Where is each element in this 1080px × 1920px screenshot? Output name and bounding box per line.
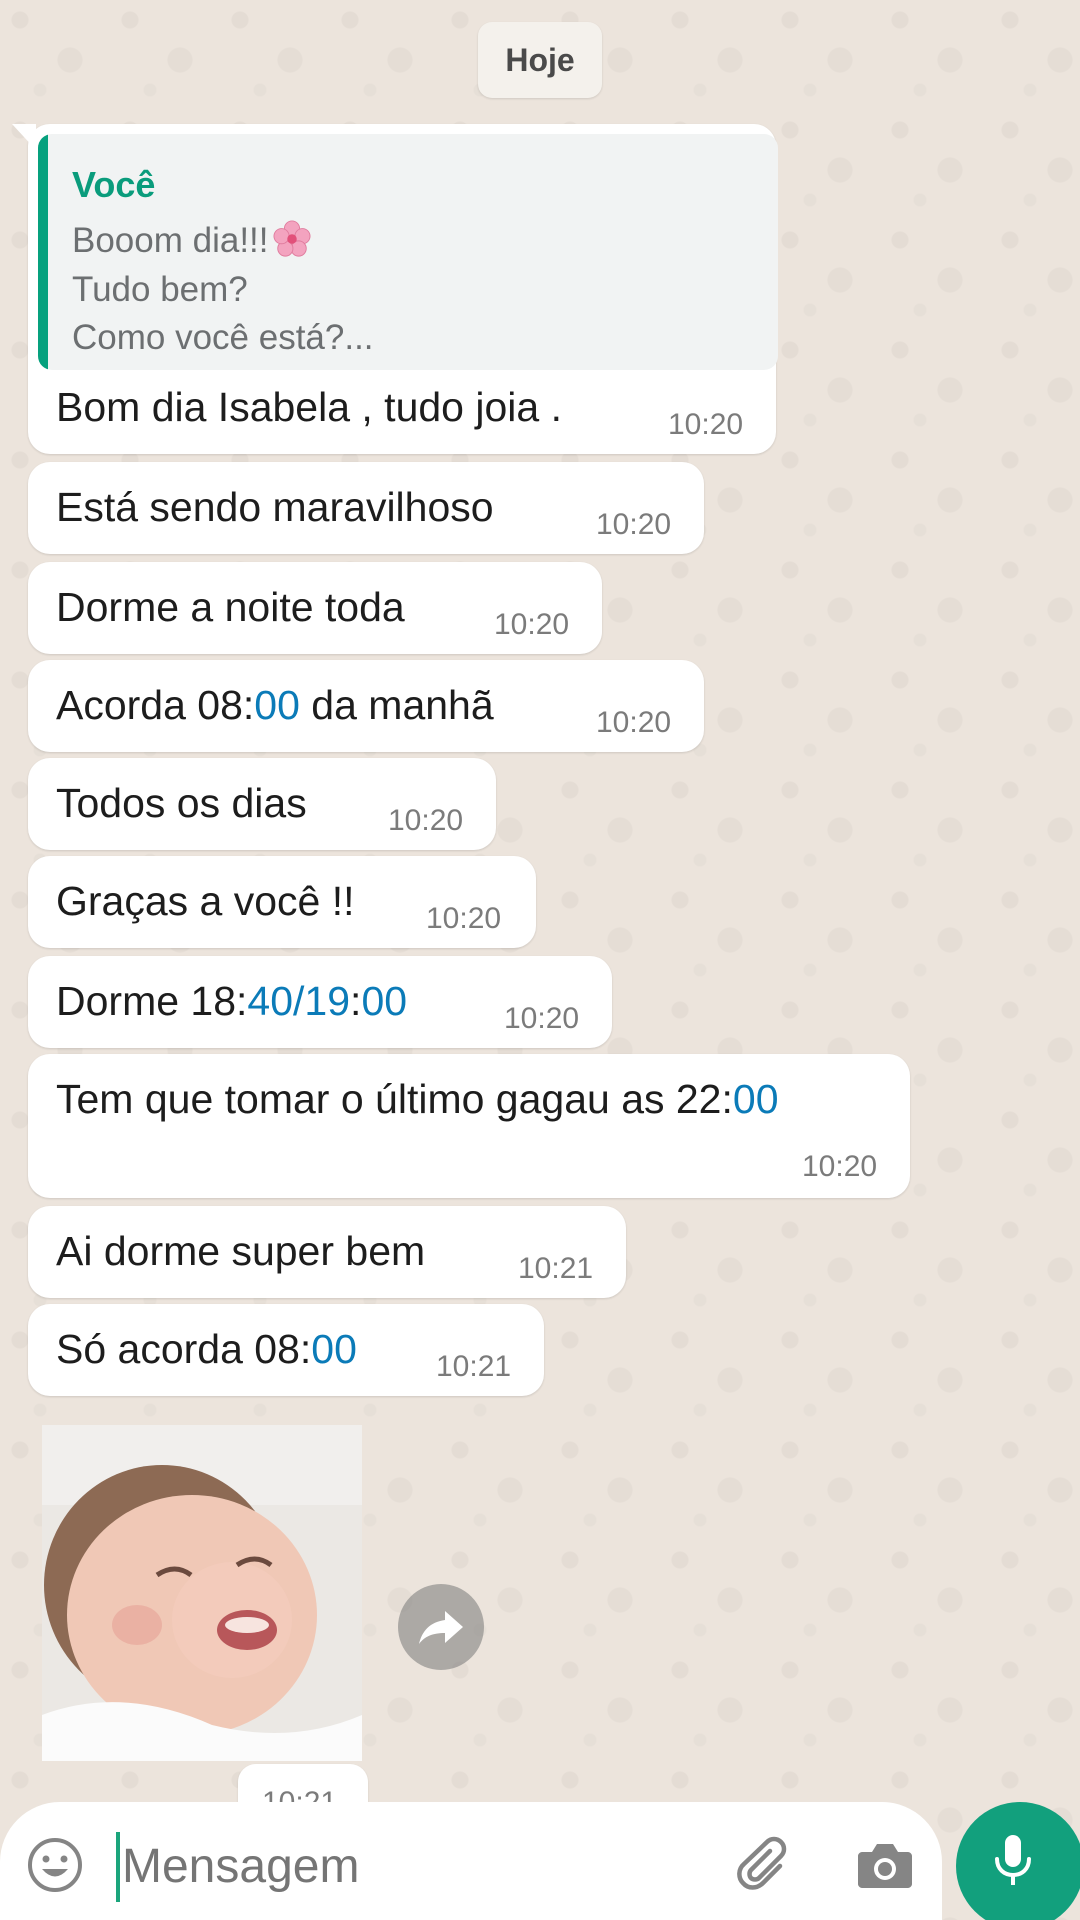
- message-text: Todos os dias: [56, 780, 307, 826]
- message-text: Dorme 18:40/19:00: [56, 978, 408, 1024]
- bubble-tail: [12, 124, 36, 150]
- message-text: Acorda 08:00 da manhã: [56, 682, 494, 728]
- emoji-icon[interactable]: [26, 1836, 84, 1894]
- forward-share-icon: [419, 1611, 463, 1644]
- message-input[interactable]: [122, 1834, 682, 1898]
- reply-message-bubble[interactable]: Você Booom dia!!! Tudo bem? Como você es…: [12, 124, 778, 454]
- message-bubble[interactable]: Todos os dias 10:20: [28, 758, 496, 850]
- message-text: Bom dia Isabela , tudo joia .: [56, 384, 562, 430]
- message-bubble[interactable]: Só acorda 08:00 10:21: [28, 1304, 544, 1396]
- message-text: Tem que tomar o último gagau as 22:00: [56, 1076, 779, 1122]
- message-time: 10:21: [436, 1350, 512, 1383]
- microphone-icon: [995, 1835, 1031, 1885]
- message-time: 10:20: [426, 902, 502, 935]
- message-bubble[interactable]: Dorme a noite toda 10:20: [28, 562, 602, 654]
- image-time-chip: 10:21: [238, 1764, 368, 1804]
- message-bubble[interactable]: Graças a você !! 10:20: [28, 856, 536, 948]
- time-link[interactable]: 00: [254, 682, 300, 728]
- message-text: Dorme a noite toda: [56, 584, 405, 630]
- message-text: Ai dorme super bem: [56, 1228, 426, 1274]
- quote-line-2: Tudo bem?: [72, 270, 248, 309]
- message-input-bar: [0, 1802, 942, 1920]
- cherry-blossom-icon: [272, 220, 311, 257]
- time-link[interactable]: 00: [361, 978, 407, 1024]
- message-bubble[interactable]: Dorme 18:40/19:00 10:20: [28, 956, 612, 1048]
- message-bubble[interactable]: Ai dorme super bem 10:21: [28, 1206, 626, 1298]
- message-time: 10:20: [668, 408, 744, 441]
- time-link[interactable]: 00: [311, 1326, 357, 1372]
- quoted-message[interactable]: Você Booom dia!!! Tudo bem? Como você es…: [38, 134, 778, 370]
- date-chip: Hoje: [478, 22, 602, 98]
- message-bubble[interactable]: Está sendo maravilhoso 10:20: [28, 462, 704, 554]
- message-text: Está sendo maravilhoso: [56, 484, 494, 530]
- message-time: 10:20: [494, 608, 570, 641]
- baby-photo[interactable]: [42, 1425, 362, 1761]
- message-time: 10:20: [504, 1002, 580, 1035]
- time-link[interactable]: 00: [733, 1076, 779, 1122]
- message-text: Só acorda 08:00: [56, 1326, 357, 1372]
- message-time: 10:20: [596, 508, 672, 541]
- quote-line-1: Booom dia!!!: [72, 220, 311, 261]
- quote-accent-bar: [38, 134, 48, 370]
- message-time: 10:20: [596, 706, 672, 739]
- microphone-button[interactable]: [956, 1802, 1080, 1920]
- baby-photo-image: [42, 1425, 362, 1761]
- quote-line-1-text: Booom dia!!!: [72, 221, 269, 260]
- quote-line-3: Como você está?...: [72, 318, 374, 357]
- message-time: 10:21: [518, 1252, 594, 1285]
- time-link[interactable]: 40/19: [247, 978, 350, 1024]
- text-cursor: [116, 1832, 120, 1902]
- message-time: 10:20: [388, 804, 464, 837]
- message-time: 10:20: [802, 1150, 878, 1183]
- paperclip-icon[interactable]: [736, 1836, 794, 1894]
- message-bubble[interactable]: Acorda 08:00 da manhã 10:20: [28, 660, 704, 752]
- forward-button[interactable]: [398, 1584, 484, 1670]
- quote-author: Você: [72, 164, 156, 205]
- message-bubble[interactable]: Tem que tomar o último gagau as 22:00 10…: [28, 1054, 910, 1198]
- message-text: Graças a você !!: [56, 878, 355, 924]
- camera-icon[interactable]: [856, 1838, 914, 1892]
